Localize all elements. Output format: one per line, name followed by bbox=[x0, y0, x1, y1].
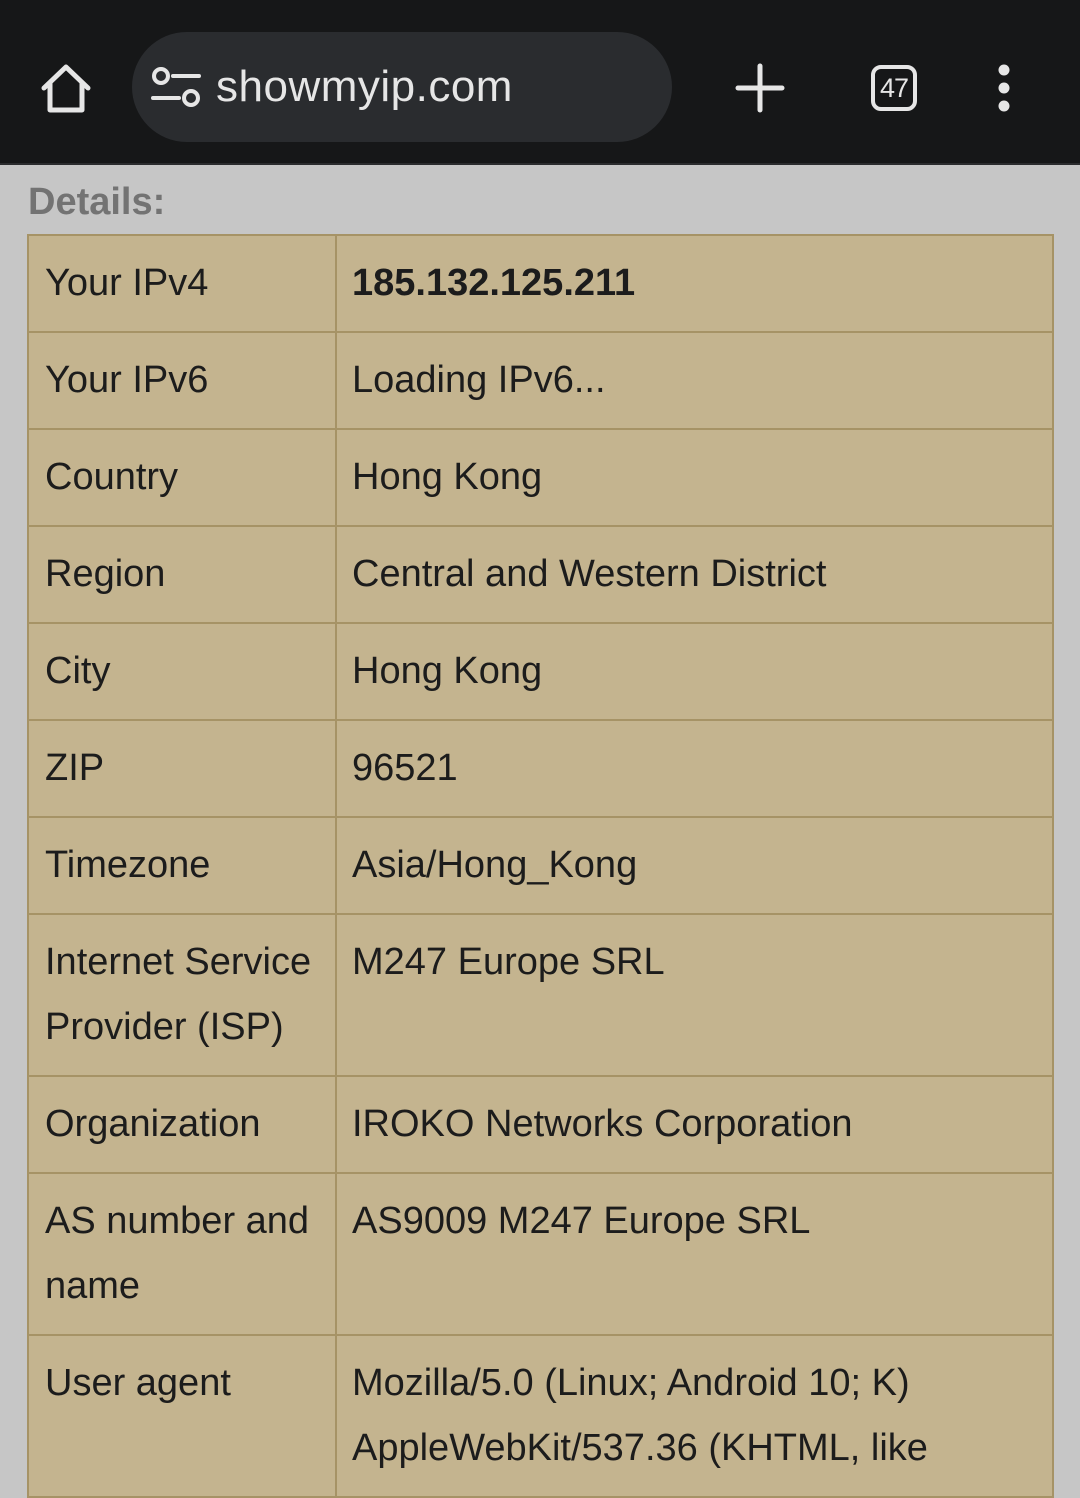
details-table: Your IPv4 185.132.125.211 Your IPv6 Load… bbox=[27, 234, 1054, 1498]
url-text[interactable]: showmyip.com bbox=[216, 62, 513, 112]
row-value: Hong Kong bbox=[335, 622, 1054, 721]
row-value: Loading IPv6... bbox=[335, 331, 1054, 430]
row-value: M247 Europe SRL bbox=[335, 913, 1054, 1077]
row-value: Mozilla/5.0 (Linux; Android 10; K) Apple… bbox=[335, 1334, 1054, 1498]
row-label: Internet Service Provider (ISP) bbox=[27, 913, 337, 1077]
row-label: User agent bbox=[27, 1334, 337, 1498]
table-row: City Hong Kong bbox=[27, 622, 1054, 721]
row-value: Hong Kong bbox=[335, 428, 1054, 527]
row-value: Asia/Hong_Kong bbox=[335, 816, 1054, 915]
table-row: ZIP 96521 bbox=[27, 719, 1054, 818]
tune-icon bbox=[151, 67, 201, 107]
table-row: Your IPv6 Loading IPv6... bbox=[27, 331, 1054, 430]
address-bar[interactable]: showmyip.com bbox=[132, 32, 672, 142]
home-button[interactable] bbox=[30, 52, 102, 124]
table-row: AS number and name AS9009 M247 Europe SR… bbox=[27, 1172, 1054, 1336]
row-value: 96521 bbox=[335, 719, 1054, 818]
more-vert-icon bbox=[998, 64, 1010, 112]
tab-counter-icon: 47 bbox=[871, 65, 917, 111]
new-tab-button[interactable] bbox=[724, 52, 796, 124]
row-label: Region bbox=[27, 525, 337, 624]
row-value: IROKO Networks Corporation bbox=[335, 1075, 1054, 1174]
row-value: 185.132.125.211 bbox=[335, 234, 1054, 333]
table-row: Organization IROKO Networks Corporation bbox=[27, 1075, 1054, 1174]
browser-toolbar: showmyip.com 47 bbox=[0, 0, 1080, 165]
table-row: Region Central and Western District bbox=[27, 525, 1054, 624]
row-label: Organization bbox=[27, 1075, 337, 1174]
tab-count: 47 bbox=[879, 72, 909, 103]
details-heading: Details: bbox=[28, 181, 166, 223]
tab-switcher-button[interactable]: 47 bbox=[858, 52, 930, 124]
table-row: Country Hong Kong bbox=[27, 428, 1054, 527]
row-label: ZIP bbox=[27, 719, 337, 818]
row-label: AS number and name bbox=[27, 1172, 337, 1336]
table-row: Your IPv4 185.132.125.211 bbox=[27, 234, 1054, 333]
site-info-button[interactable] bbox=[146, 57, 206, 117]
plus-icon bbox=[735, 63, 785, 113]
home-icon bbox=[41, 64, 91, 113]
row-label: Your IPv4 bbox=[27, 234, 337, 333]
row-value: AS9009 M247 Europe SRL bbox=[335, 1172, 1054, 1336]
row-label: Your IPv6 bbox=[27, 331, 337, 430]
row-label: Country bbox=[27, 428, 337, 527]
row-label: City bbox=[27, 622, 337, 721]
row-value: Central and Western District bbox=[335, 525, 1054, 624]
table-row: Internet Service Provider (ISP) M247 Eur… bbox=[27, 913, 1054, 1077]
page-content: Details: Your IPv4 185.132.125.211 Your … bbox=[0, 165, 1080, 1498]
table-row: Timezone Asia/Hong_Kong bbox=[27, 816, 1054, 915]
table-row: User agent Mozilla/5.0 (Linux; Android 1… bbox=[27, 1334, 1054, 1498]
row-label: Timezone bbox=[27, 816, 337, 915]
menu-button[interactable] bbox=[968, 52, 1040, 124]
